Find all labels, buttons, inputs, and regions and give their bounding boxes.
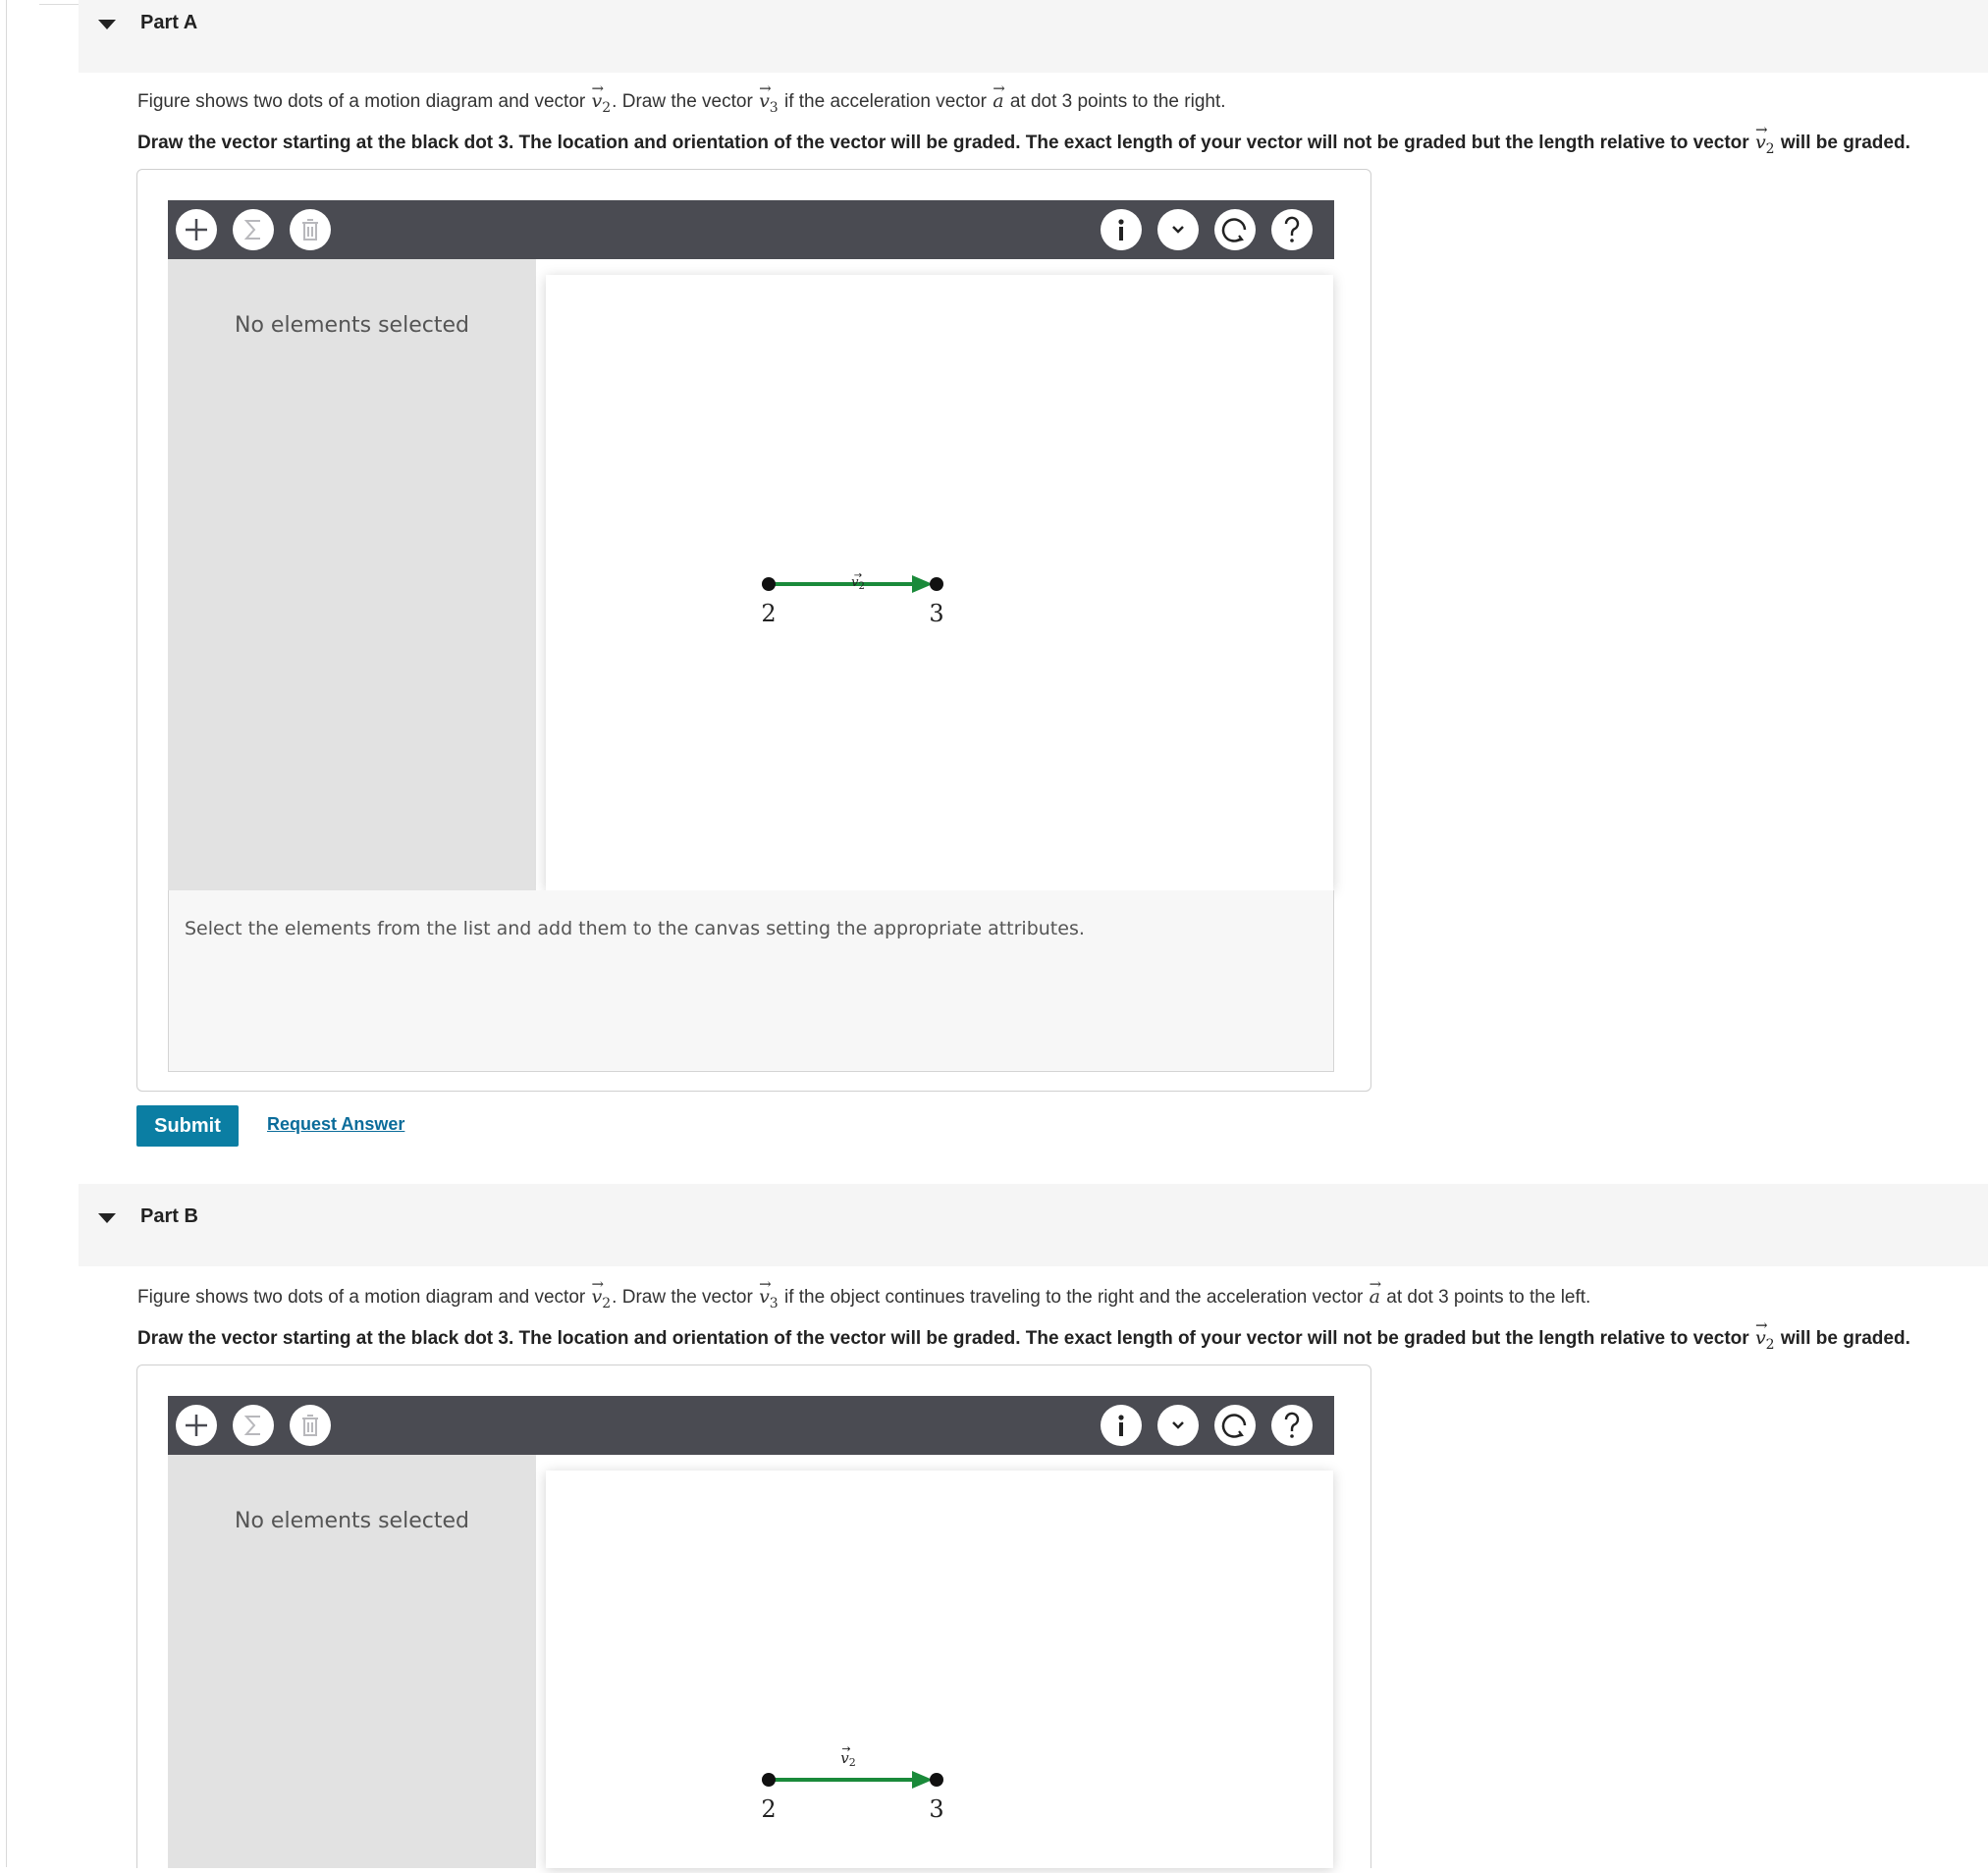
vector-a-symbol: → a [1369, 1275, 1382, 1308]
info-icon[interactable] [1101, 1405, 1142, 1446]
part-b-drawing-tool: No elements selected v2 → 2 3 [136, 1365, 1371, 1868]
help-icon[interactable] [1271, 1405, 1313, 1446]
part-a-drawing-tool: No elements selected v2 → 2 3 Select the… [136, 169, 1371, 1092]
part-b-canvas[interactable]: v2 → 2 3 [546, 1471, 1333, 1868]
vector-v2-label-arrow: → [841, 1742, 850, 1755]
part-b-prompt: Figure shows two dots of a motion diagra… [137, 1275, 1591, 1311]
caret-down-icon[interactable] [98, 20, 116, 29]
request-answer-link[interactable]: Request Answer [267, 1114, 404, 1135]
submit-button[interactable]: Submit [136, 1105, 239, 1147]
info-icon[interactable] [1101, 209, 1142, 250]
part-a-toolbar [168, 200, 1334, 259]
dot-2-label: 2 [761, 1795, 776, 1823]
part-b-title: Part B [140, 1205, 198, 1227]
vector-v2-label-arrow: → [854, 570, 862, 581]
part-b-header[interactable]: Part B [79, 1184, 1988, 1266]
vector-v2-symbol: → v2 [591, 80, 612, 116]
dot-3 [930, 1773, 943, 1787]
vector-v3-symbol: → v3 [759, 1275, 779, 1311]
chevron-down-icon[interactable] [1157, 209, 1199, 250]
part-a-title: Part A [140, 12, 198, 33]
part-b-properties-panel: No elements selected [168, 1455, 536, 1868]
vector-v2-arrowhead [912, 575, 933, 593]
part-a-instruction: Draw the vector starting at the black do… [137, 121, 1910, 157]
chevron-down-icon[interactable] [1157, 1405, 1199, 1446]
dot-3 [930, 577, 943, 591]
caret-down-icon[interactable] [98, 1213, 116, 1223]
help-icon[interactable] [1271, 209, 1313, 250]
dot-3-label: 3 [929, 1795, 943, 1823]
reset-icon[interactable] [1214, 209, 1256, 250]
trash-icon[interactable] [290, 1405, 331, 1446]
part-a-hint-text: Select the elements from the list and ad… [185, 918, 1085, 939]
dot-3-label: 3 [929, 600, 943, 627]
dot-2 [762, 1773, 776, 1787]
sigma-icon[interactable] [233, 1405, 274, 1446]
no-elements-selected-text: No elements selected [235, 313, 469, 338]
plus-icon[interactable] [176, 209, 217, 250]
part-a-motion-diagram: v2 → 2 3 [761, 570, 943, 627]
vector-v2-arrowhead [912, 1771, 933, 1789]
vector-v3-symbol: → v3 [759, 80, 779, 116]
dot-2-label: 2 [761, 600, 776, 627]
vector-a-symbol: → a [993, 80, 1005, 112]
page-left-border [6, 0, 7, 1867]
reset-icon[interactable] [1214, 1405, 1256, 1446]
trash-icon[interactable] [290, 209, 331, 250]
part-a-hint-panel: Select the elements from the list and ad… [168, 890, 1334, 1072]
sigma-icon[interactable] [233, 209, 274, 250]
part-a-header[interactable]: Part A [79, 0, 1988, 73]
part-a-properties-panel: No elements selected [168, 259, 536, 890]
vector-v2-symbol: → v2 [1754, 121, 1775, 157]
no-elements-selected-text: No elements selected [235, 1509, 469, 1533]
part-b-instruction: Draw the vector starting at the black do… [137, 1316, 1910, 1353]
part-b-toolbar [168, 1396, 1334, 1455]
vector-v2-symbol: → v2 [591, 1275, 612, 1311]
part-a-prompt: Figure shows two dots of a motion diagra… [137, 80, 1226, 116]
part-a-canvas[interactable]: v2 → 2 3 [546, 275, 1333, 890]
plus-icon[interactable] [176, 1405, 217, 1446]
vector-v2-symbol: → v2 [1754, 1316, 1775, 1353]
dot-2 [762, 577, 776, 591]
part-b-motion-diagram: v2 → 2 3 [761, 1742, 943, 1823]
